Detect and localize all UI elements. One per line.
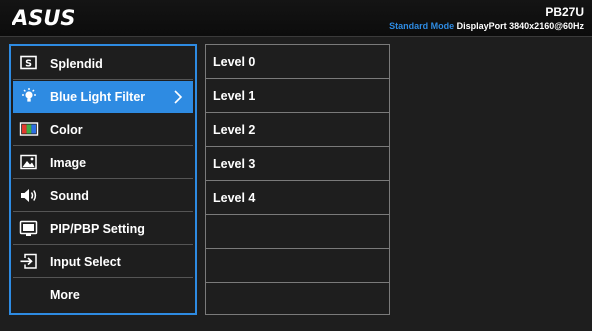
svg-text:ASUS: ASUS (12, 6, 74, 28)
asus-logo: ASUS (12, 6, 74, 28)
option-level-4[interactable]: Level 4 (206, 181, 389, 215)
option-level-2[interactable]: Level 2 (206, 113, 389, 147)
menu-label-more: More (50, 288, 80, 302)
menu-item-splendid[interactable]: S Splendid (13, 48, 193, 80)
chevron-right-icon (174, 90, 183, 104)
status-resolution: 3840x2160@60Hz (509, 21, 584, 31)
main-menu: S Splendid Blue Light Filter Color Image… (9, 44, 197, 315)
blue-light-icon (22, 88, 36, 102)
option-level-0[interactable]: Level 0 (206, 45, 389, 79)
option-level-1[interactable]: Level 1 (206, 79, 389, 113)
option-label: Level 0 (213, 55, 256, 69)
menu-label-splendid: Splendid (50, 57, 103, 71)
menu-item-input-select[interactable]: Input Select (13, 246, 193, 278)
menu-label-sound: Sound (50, 189, 89, 203)
osd-header: ASUS PB27U Standard Mode DisplayPort 384… (0, 0, 592, 37)
menu-label-input-select: Input Select (50, 255, 121, 269)
speaker-icon (21, 189, 37, 202)
input-select-icon (20, 253, 37, 269)
option-label: Level 4 (213, 191, 256, 205)
empty-slot (206, 215, 389, 249)
option-label: Level 2 (213, 123, 256, 137)
model-name: PB27U (545, 5, 584, 19)
menu-item-blue-light-filter[interactable]: Blue Light Filter (13, 81, 193, 113)
menu-label-blue-light-filter: Blue Light Filter (50, 90, 146, 104)
svg-text:S: S (25, 59, 32, 70)
menu-item-more[interactable]: More (13, 279, 193, 311)
splendid-icon: S (20, 55, 37, 70)
menu-label-color: Color (50, 123, 83, 137)
status-line: Standard Mode DisplayPort 3840x2160@60Hz (389, 21, 584, 31)
empty-slot (206, 249, 389, 283)
menu-label-image: Image (50, 156, 87, 170)
pip-icon (19, 220, 38, 236)
menu-label-pip-pbp-setting: PIP/PBP Setting (50, 222, 145, 236)
status-mode: Standard Mode (389, 21, 455, 31)
option-label: Level 3 (213, 157, 256, 171)
menu-item-image[interactable]: Image (13, 147, 193, 179)
option-level-3[interactable]: Level 3 (206, 147, 389, 181)
menu-item-color[interactable]: Color (13, 114, 193, 146)
color-icon (19, 122, 39, 136)
menu-item-sound[interactable]: Sound (13, 180, 193, 212)
blue-light-filter-submenu: Level 0 Level 1 Level 2 Level 3 Level 4 (205, 44, 390, 315)
osd-window: ASUS PB27U Standard Mode DisplayPort 384… (0, 0, 592, 331)
image-icon (20, 154, 37, 170)
status-input: DisplayPort (456, 21, 507, 31)
menu-item-pip-pbp-setting[interactable]: PIP/PBP Setting (13, 213, 193, 245)
option-label: Level 1 (213, 89, 256, 103)
empty-slot (206, 283, 389, 317)
